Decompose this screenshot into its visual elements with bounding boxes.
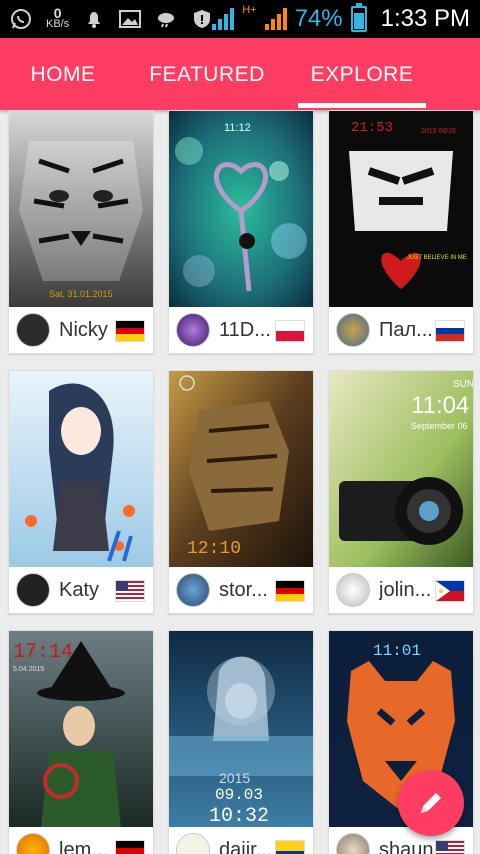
tab-home[interactable]: HOME	[0, 38, 126, 110]
card-meta: shaun...	[329, 827, 473, 854]
thumb-date-text: 2015 08/26	[421, 128, 456, 135]
active-tab-indicator	[298, 103, 426, 108]
signal-2-icon	[264, 8, 287, 30]
whatsapp-icon	[10, 8, 32, 30]
germany-flag-icon	[115, 840, 145, 854]
wallpaper-thumbnail[interactable]: 11:12	[169, 111, 313, 307]
wallpaper-thumbnail[interactable]: SUN 11:04 September 06	[329, 371, 473, 567]
wallpaper-thumbnail[interactable]: 12:10	[169, 371, 313, 567]
card-username[interactable]: jolin...	[379, 579, 437, 602]
card-username[interactable]: Katy	[59, 579, 117, 602]
battery-icon	[350, 3, 367, 32]
wallpaper-card[interactable]: 21:53 2015 08/26 JUST BELIEVE IN ME Пал.…	[328, 110, 474, 354]
germany-flag-icon	[275, 580, 305, 602]
avatar[interactable]	[176, 313, 210, 347]
card-username[interactable]: lem...	[59, 839, 117, 854]
network-type-label: H+	[242, 4, 257, 16]
avatar[interactable]	[336, 573, 370, 607]
card-meta: Пал...	[329, 307, 473, 353]
edit-fab-button[interactable]	[398, 770, 464, 836]
weather-icon	[155, 8, 177, 30]
avatar[interactable]	[336, 313, 370, 347]
usa-flag-icon	[435, 840, 465, 854]
thumb-date-text: 5.04.2015	[13, 666, 44, 673]
tab-explore[interactable]: EXPLORE	[298, 38, 426, 110]
wallpaper-card[interactable]: Sat, 31.01.2015 Nicky	[8, 110, 154, 354]
thumb-date-text: Sat, 31.01.2015	[49, 289, 113, 299]
thumb-year-text: 2015	[219, 770, 250, 786]
signal-icon	[212, 8, 235, 30]
battery-percent: 74%	[294, 5, 343, 32]
card-username[interactable]: Пал...	[379, 319, 437, 342]
russia-flag-icon	[435, 320, 465, 342]
card-username[interactable]: stor...	[219, 579, 277, 602]
tab-bar: HOME FEATURED EXPLORE	[0, 38, 480, 110]
wallpaper-thumbnail[interactable]: Sat, 31.01.2015	[9, 111, 153, 307]
wallpaper-card[interactable]: 12:10 stor...	[168, 370, 314, 614]
thumb-time-text: 10:32	[209, 805, 269, 827]
status-right-icons: H+ 74% 1:33 PM	[212, 3, 470, 34]
thumb-time-text: 11:01	[373, 642, 421, 660]
avatar[interactable]	[176, 573, 210, 607]
card-username[interactable]: 11D...	[219, 319, 277, 342]
wallpaper-thumbnail[interactable]	[9, 371, 153, 567]
thumb-day-text: SUN	[453, 379, 473, 390]
card-username[interactable]: daiir...	[219, 839, 277, 854]
thumb-time-text: 11:04	[411, 392, 469, 419]
avatar[interactable]	[16, 313, 50, 347]
network-speed-unit: KB/s	[46, 18, 70, 30]
thumb-time-text: 12:10	[187, 539, 241, 559]
avatar[interactable]	[176, 833, 210, 854]
wallpaper-thumbnail[interactable]: 2015 09.03 10:32	[169, 631, 313, 827]
card-meta: Nicky	[9, 307, 153, 353]
tab-featured[interactable]: FEATURED	[132, 38, 282, 110]
bell-icon	[83, 8, 105, 30]
thumb-caption-text: JUST BELIEVE IN ME	[407, 255, 467, 261]
thumb-time-text: 11:12	[224, 122, 251, 134]
philippines-flag-icon	[435, 580, 465, 602]
card-meta: 11D...	[169, 307, 313, 353]
network-speed: 0 KB/s	[46, 6, 70, 30]
thumb-time-text: 21:53	[351, 120, 393, 136]
image-icon	[119, 8, 142, 30]
card-meta: daiir...	[169, 827, 313, 854]
card-meta: Katy	[9, 567, 153, 613]
wallpaper-grid: Sat, 31.01.2015 Nicky 11:12 11D... 21:53…	[0, 110, 480, 854]
avatar[interactable]	[336, 833, 370, 854]
avatar[interactable]	[16, 833, 50, 854]
usa-flag-icon	[115, 580, 145, 602]
card-username[interactable]: shaun...	[379, 839, 437, 854]
card-meta: lem...	[9, 827, 153, 854]
wallpaper-thumbnail[interactable]: 17:14 5.04.2015	[9, 631, 153, 827]
poland-flag-icon	[275, 320, 305, 342]
thumb-time-text: 17:14	[13, 641, 73, 664]
wallpaper-card[interactable]: 11:12 11D...	[168, 110, 314, 354]
shield-icon	[191, 8, 213, 30]
wallpaper-card[interactable]: 17:14 5.04.2015 lem...	[8, 630, 154, 854]
wallpaper-card[interactable]: SUN 11:04 September 06 jolin...	[328, 370, 474, 614]
status-bar: 0 KB/s H+ 74% 1:33 PM	[0, 0, 480, 38]
wallpaper-card[interactable]: Katy	[8, 370, 154, 614]
colombia-flag-icon	[275, 840, 305, 854]
card-meta: stor...	[169, 567, 313, 613]
thumb-date-text: September 06	[411, 421, 468, 431]
card-username[interactable]: Nicky	[59, 319, 117, 342]
wallpaper-thumbnail[interactable]: 21:53 2015 08/26 JUST BELIEVE IN ME	[329, 111, 473, 307]
avatar[interactable]	[16, 573, 50, 607]
wallpaper-card[interactable]: 2015 09.03 10:32 daiir...	[168, 630, 314, 854]
thumb-date-text: 09.03	[215, 786, 263, 804]
status-left-icons: 0 KB/s	[10, 6, 213, 32]
pencil-icon	[421, 793, 441, 813]
germany-flag-icon	[115, 320, 145, 342]
card-meta: jolin...	[329, 567, 473, 613]
status-clock: 1:33 PM	[380, 5, 470, 32]
